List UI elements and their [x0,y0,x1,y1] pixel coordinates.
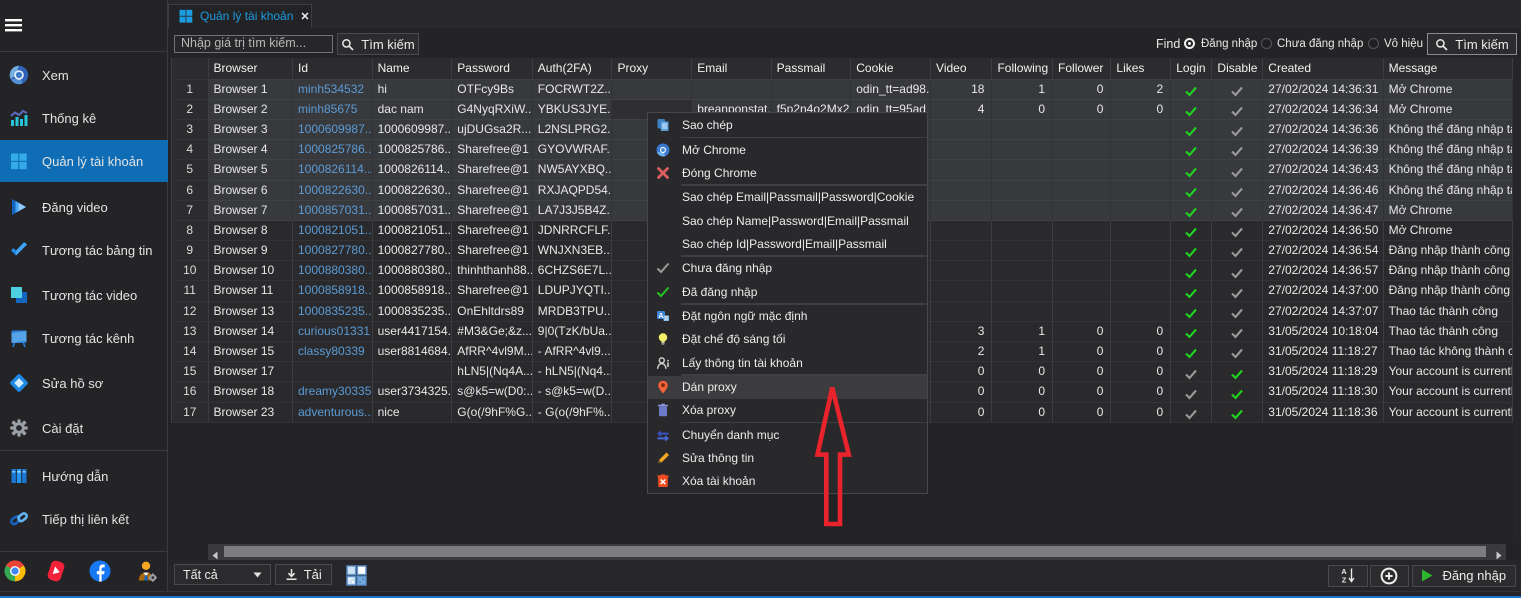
svg-text:文: 文 [663,315,668,322]
svg-text:Z: Z [1342,576,1347,585]
